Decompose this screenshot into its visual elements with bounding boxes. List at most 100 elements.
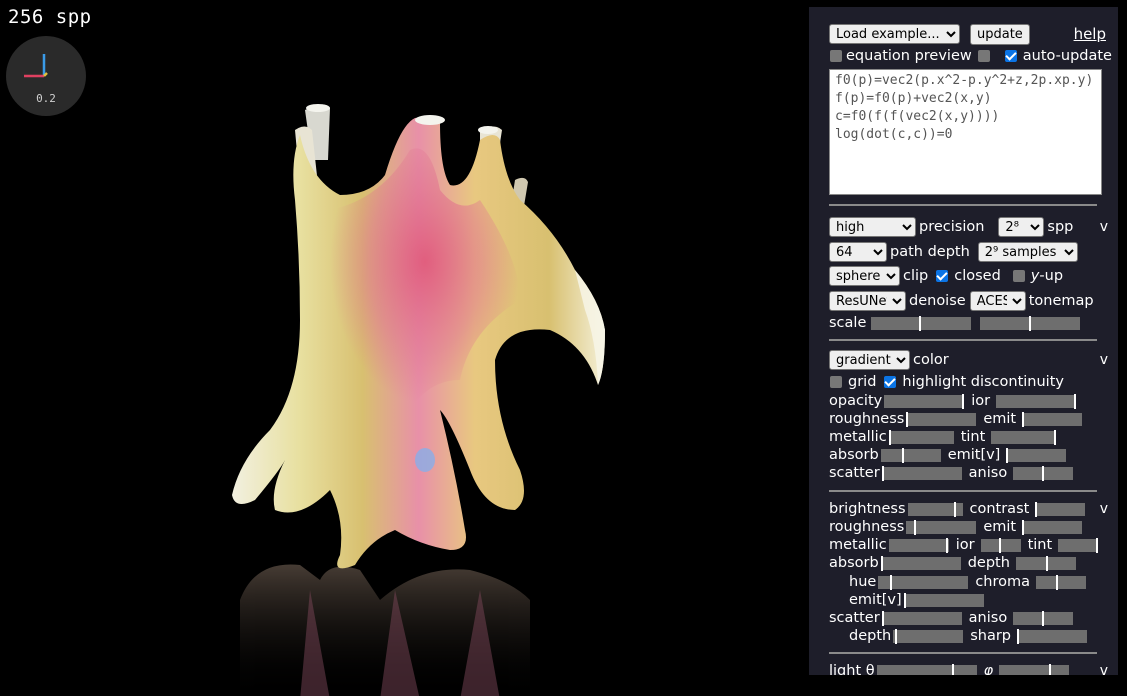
tint-slider[interactable]	[991, 429, 1057, 445]
surface-ior-label: ior	[955, 537, 975, 553]
ior-slider[interactable]	[996, 393, 1077, 409]
sharp-label: sharp	[970, 628, 1012, 644]
light-theta-label: light θ	[829, 663, 875, 675]
color-label: color	[913, 352, 949, 368]
emit-label: emit	[983, 411, 1017, 427]
precision-label: precision	[919, 219, 985, 235]
clip-label: clip	[903, 268, 929, 284]
contrast-slider[interactable]	[1035, 501, 1086, 517]
help-link[interactable]: help	[1074, 25, 1106, 43]
grid-label: grid	[848, 374, 877, 390]
ior-label: ior	[971, 393, 991, 409]
spp-select[interactable]: 2⁸	[998, 217, 1045, 237]
divider	[829, 490, 1097, 492]
yup-label: y-up	[1030, 268, 1064, 284]
grid-checkbox[interactable]	[830, 376, 842, 388]
tint-label: tint	[960, 429, 986, 445]
absorb-slider[interactable]	[880, 447, 941, 463]
surface-scatter-slider[interactable]	[881, 610, 962, 626]
extra-checkbox[interactable]	[977, 50, 990, 62]
closed-label: closed	[954, 268, 1001, 284]
surface-tint-label: tint	[1027, 537, 1053, 553]
surface-depth-label: depth	[967, 555, 1010, 571]
aniso-label: aniso	[968, 465, 1008, 481]
update-button[interactable]: update	[970, 23, 1030, 45]
chroma-slider[interactable]	[1036, 574, 1086, 590]
render-collapse-toggle[interactable]: v	[1100, 219, 1108, 235]
light-collapse-toggle[interactable]: v	[1100, 663, 1108, 675]
roughness-slider[interactable]	[906, 411, 977, 427]
divider	[829, 339, 1097, 341]
divider	[829, 652, 1097, 654]
equation-preview-checkbox[interactable]	[830, 50, 842, 62]
surface-absorb-slider[interactable]	[880, 555, 961, 571]
brightness-slider[interactable]	[907, 501, 963, 517]
roughness-label: roughness	[829, 411, 905, 427]
surface-ior-slider[interactable]	[980, 537, 1021, 553]
auto-update-label: auto-update	[1022, 48, 1112, 64]
scatter-label: scatter	[829, 465, 880, 481]
emitv-label: emit[v]	[947, 447, 1001, 463]
surface-emit-label: emit	[983, 519, 1017, 535]
emitv-slider[interactable]	[1006, 447, 1067, 463]
highlight-discontinuity-label: highlight discontinuity	[902, 374, 1064, 390]
emit-slider[interactable]	[1022, 411, 1083, 427]
example-select[interactable]: Load example...	[829, 24, 960, 44]
auto-update-checkbox[interactable]	[1004, 50, 1017, 62]
yup-checkbox[interactable]	[1012, 270, 1025, 282]
surface-depth2-label: depth	[849, 628, 892, 644]
denoise-label: denoise	[909, 293, 966, 309]
tonemap-label: tonemap	[1028, 293, 1094, 309]
path-depth-label: path depth	[890, 244, 970, 260]
chroma-label: chroma	[975, 574, 1030, 590]
surface-tint-slider[interactable]	[1058, 537, 1099, 553]
surface-metallic-label: metallic	[829, 537, 887, 553]
surface-collapse-toggle[interactable]: v	[1100, 501, 1108, 517]
surface-emitv-slider[interactable]	[903, 592, 984, 608]
control-panel: Load example... update help equation pre…	[809, 7, 1118, 675]
closed-checkbox[interactable]	[936, 270, 949, 282]
tonemap-select[interactable]: ACES	[969, 291, 1026, 311]
gizmo-scale: 0.2	[36, 92, 56, 105]
divider	[829, 204, 1097, 206]
aniso-slider[interactable]	[1013, 465, 1074, 481]
denoise-select[interactable]: ResUNet	[829, 291, 906, 311]
scale-slider[interactable]	[871, 315, 972, 331]
contrast-label: contrast	[969, 501, 1030, 517]
surface-aniso-slider[interactable]	[1013, 610, 1074, 626]
scale-label: scale	[829, 315, 867, 331]
hue-slider[interactable]	[878, 574, 969, 590]
surface-metallic-slider[interactable]	[888, 537, 949, 553]
brightness-label: brightness	[829, 501, 906, 517]
precision-select[interactable]: high	[829, 217, 916, 237]
samples-select[interactable]: 2⁹ samples	[977, 242, 1078, 262]
surface-depth2-slider[interactable]	[893, 628, 964, 644]
equation-preview-label: equation preview	[846, 48, 972, 64]
sharp-slider[interactable]	[1017, 628, 1088, 644]
opacity-label: opacity	[829, 393, 883, 409]
surface-roughness-slider[interactable]	[906, 519, 977, 535]
clip-select[interactable]: sphere	[829, 266, 900, 286]
light-phi-label: φ	[983, 663, 994, 675]
surface-emit-slider[interactable]	[1022, 519, 1083, 535]
surface-depth-slider[interactable]	[1015, 555, 1076, 571]
absorb-label: absorb	[829, 447, 879, 463]
material-collapse-toggle[interactable]: v	[1100, 352, 1108, 368]
scatter-slider[interactable]	[881, 465, 962, 481]
opacity-slider[interactable]	[884, 393, 965, 409]
surface-roughness-label: roughness	[829, 519, 905, 535]
highlight-discontinuity-checkbox[interactable]	[884, 376, 897, 388]
surface-aniso-label: aniso	[968, 610, 1008, 626]
spp-counter: 256 spp	[8, 6, 92, 28]
metallic-label: metallic	[829, 429, 887, 445]
metallic-slider[interactable]	[888, 429, 954, 445]
surface-emitv-label: emit[v]	[849, 592, 902, 608]
light-phi-slider[interactable]	[999, 663, 1070, 675]
color-select[interactable]: gradient	[829, 350, 910, 370]
light-theta-slider[interactable]	[876, 663, 977, 675]
scale-slider-2[interactable]	[980, 315, 1081, 331]
path-depth-select[interactable]: 64	[829, 242, 887, 262]
surface-absorb-label: absorb	[829, 555, 879, 571]
equation-editor[interactable]: f0(p)=vec2(p.x^2-p.y^2+z,2p.xp.y) f(p)=f…	[829, 69, 1102, 195]
axis-gizmo[interactable]: 0.2	[6, 36, 86, 116]
